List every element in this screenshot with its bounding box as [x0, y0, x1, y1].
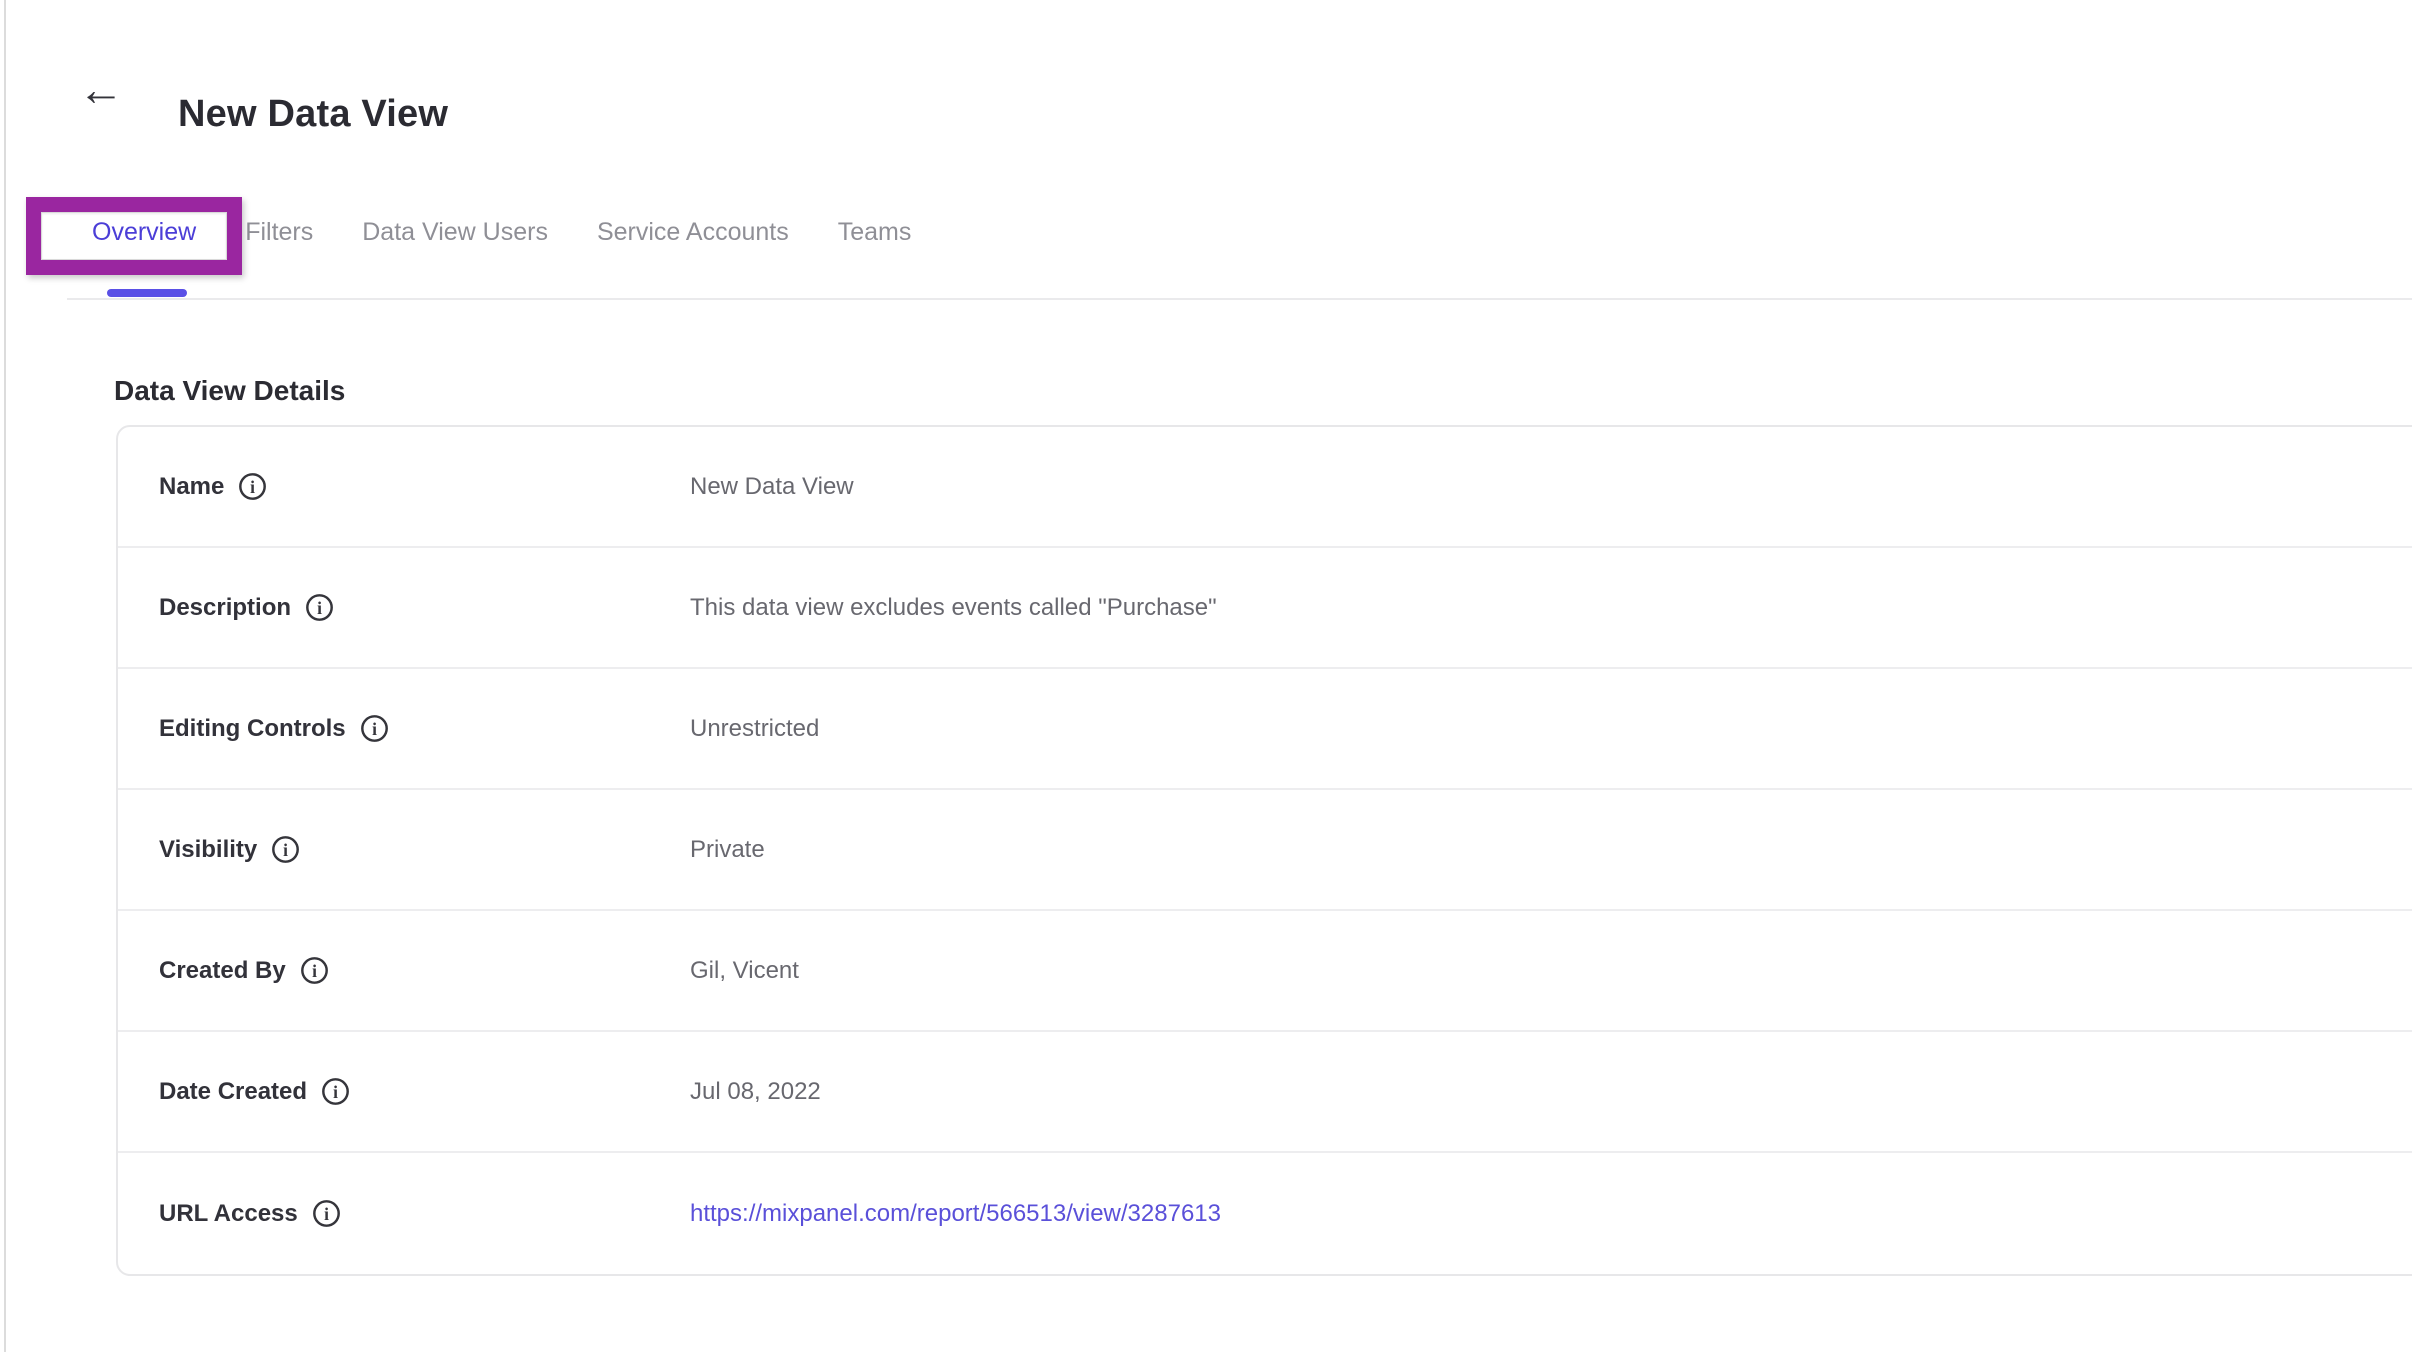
detail-row-description: Description i This data view excludes ev…: [118, 548, 2412, 669]
active-tab-indicator: [107, 289, 187, 297]
url-access-link[interactable]: https://mixpanel.com/report/566513/view/…: [690, 1200, 1221, 1228]
detail-row-created-by: Created By i Gil, Vicent: [118, 911, 2412, 1032]
row-label: URL Access: [159, 1200, 298, 1228]
info-icon[interactable]: i: [300, 956, 329, 985]
svg-text:i: i: [333, 1082, 338, 1102]
row-label: Visibility: [159, 836, 257, 864]
data-view-settings-page: { "header": { "back_icon": "←", "title":…: [0, 0, 2412, 1352]
detail-row-name: Name i New Data View: [118, 427, 2412, 548]
tab-bar-divider: [67, 298, 2412, 300]
info-icon[interactable]: i: [321, 1077, 350, 1106]
row-value: Gil, Vicent: [690, 957, 799, 985]
info-icon[interactable]: i: [271, 835, 300, 864]
row-label: Description: [159, 594, 291, 622]
row-label: Editing Controls: [159, 715, 346, 743]
row-value: This data view excludes events called "P…: [690, 594, 1217, 622]
svg-text:i: i: [312, 961, 317, 981]
back-arrow-icon[interactable]: ←: [78, 66, 124, 112]
svg-text:i: i: [324, 1204, 329, 1224]
info-icon[interactable]: i: [238, 472, 267, 501]
row-label: Created By: [159, 957, 286, 985]
section-heading: Data View Details: [114, 375, 345, 407]
tab-overview[interactable]: Overview: [92, 218, 196, 247]
tab-service-accounts[interactable]: Service Accounts: [597, 218, 789, 247]
svg-text:i: i: [283, 840, 288, 860]
row-value: Jul 08, 2022: [690, 1078, 821, 1106]
info-icon[interactable]: i: [312, 1199, 341, 1228]
row-label: Date Created: [159, 1078, 307, 1106]
page-left-border: [4, 0, 6, 1352]
info-icon[interactable]: i: [305, 593, 334, 622]
row-value: Private: [690, 836, 765, 864]
row-value: New Data View: [690, 473, 854, 501]
detail-row-editing-controls: Editing Controls i Unrestricted: [118, 669, 2412, 790]
tab-filters[interactable]: Filters: [245, 218, 313, 247]
svg-text:i: i: [250, 477, 255, 497]
row-value: Unrestricted: [690, 715, 819, 743]
tab-bar: Overview Filters Data View Users Service…: [92, 218, 911, 247]
detail-row-url-access: URL Access i https://mixpanel.com/report…: [118, 1153, 2412, 1274]
page-title: New Data View: [178, 93, 448, 136]
tab-teams[interactable]: Teams: [838, 218, 912, 247]
detail-row-date-created: Date Created i Jul 08, 2022: [118, 1032, 2412, 1153]
row-label: Name: [159, 473, 224, 501]
detail-row-visibility: Visibility i Private: [118, 790, 2412, 911]
svg-text:i: i: [372, 719, 377, 739]
info-icon[interactable]: i: [360, 714, 389, 743]
data-view-details-card: Name i New Data View Description i This …: [116, 425, 2412, 1276]
svg-text:i: i: [317, 598, 322, 618]
tab-data-view-users[interactable]: Data View Users: [362, 218, 548, 247]
